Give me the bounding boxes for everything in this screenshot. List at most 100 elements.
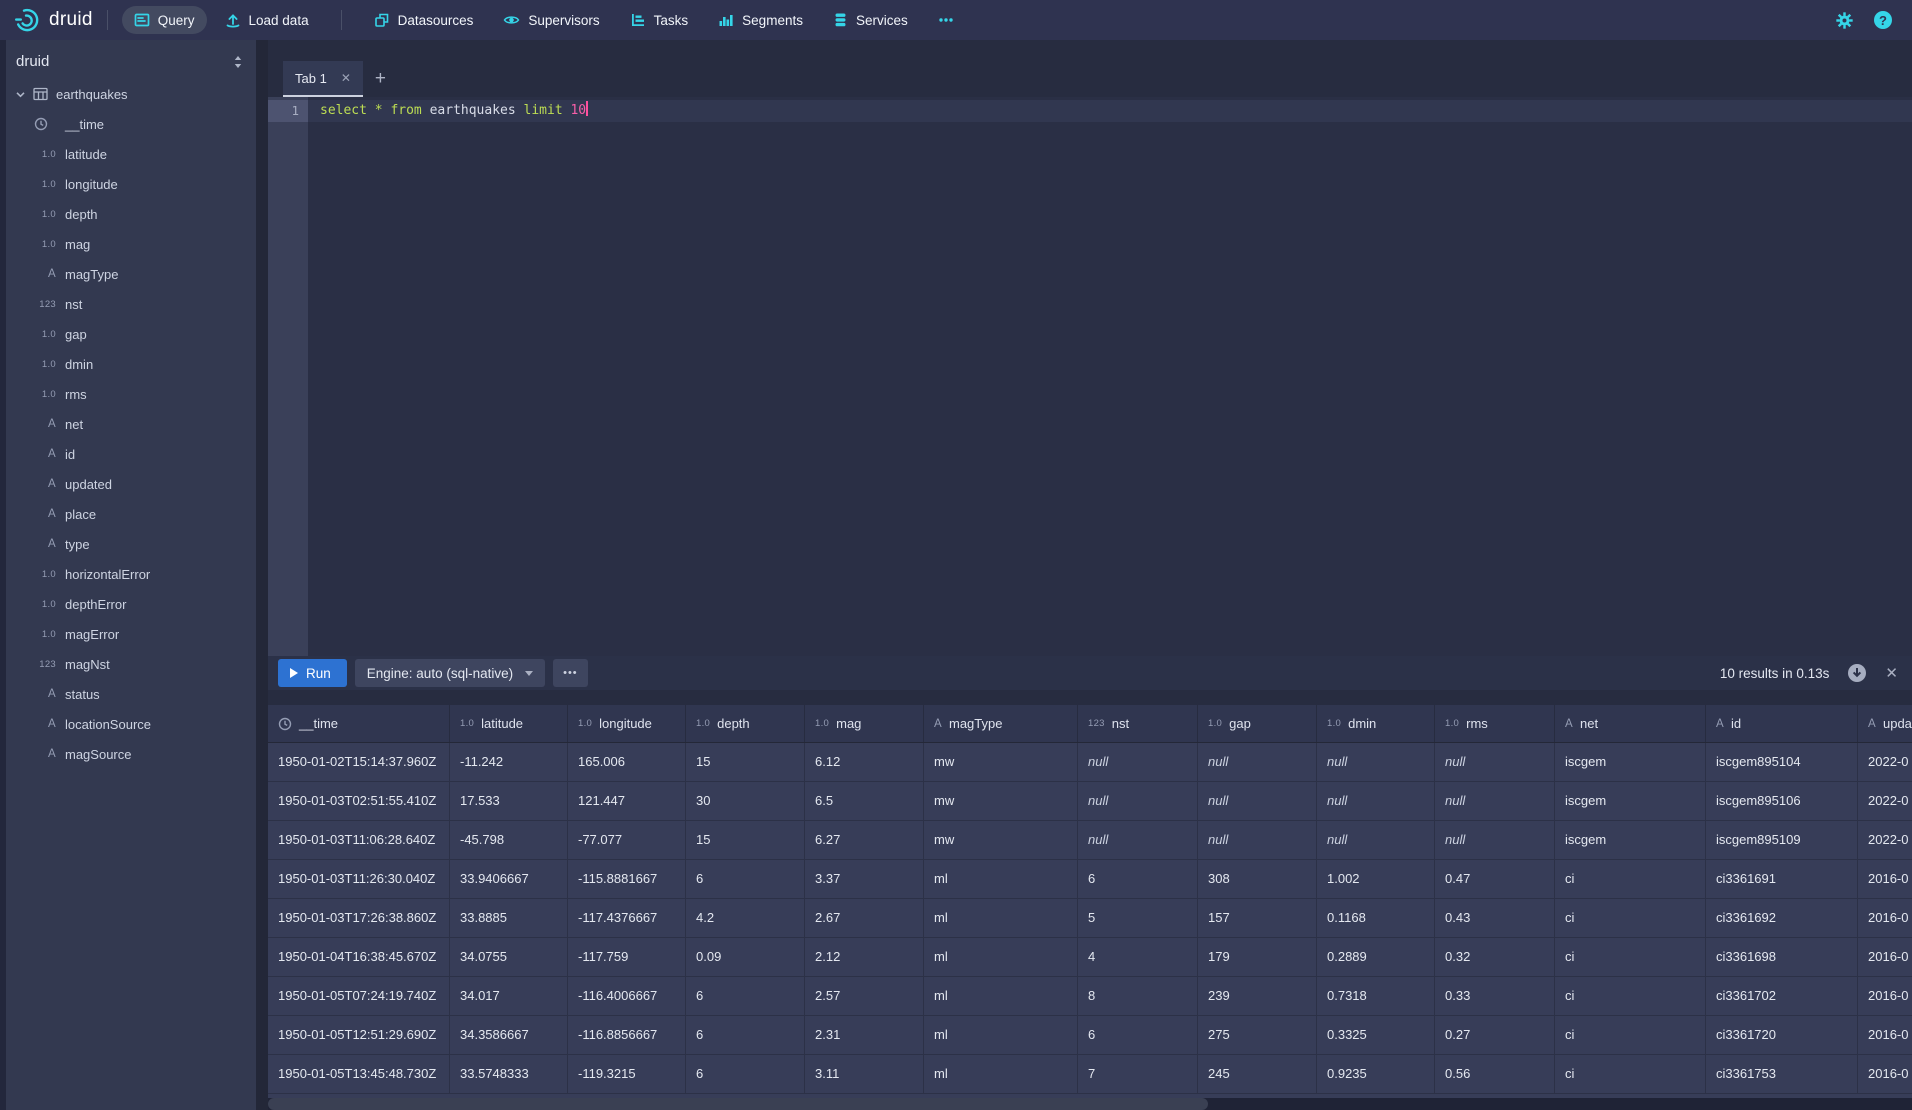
column-item-type[interactable]: Atype bbox=[6, 529, 256, 559]
table-cell-mag[interactable]: 6.5 bbox=[805, 782, 924, 820]
table-cell-rms[interactable]: 0.56 bbox=[1435, 1055, 1555, 1093]
table-cell-nst[interactable]: null bbox=[1078, 782, 1198, 820]
column-item-locationSource[interactable]: AlocationSource bbox=[6, 709, 256, 739]
table-cell-rms[interactable]: null bbox=[1435, 821, 1555, 859]
table-cell-id[interactable]: ci3361702 bbox=[1706, 977, 1858, 1015]
column-item-updated[interactable]: Aupdated bbox=[6, 469, 256, 499]
table-cell-nst[interactable]: null bbox=[1078, 743, 1198, 781]
table-cell-nst[interactable]: 8 bbox=[1078, 977, 1198, 1015]
table-cell-updated[interactable]: 2016-0 bbox=[1858, 1016, 1912, 1054]
column-header-nst[interactable]: 123nst bbox=[1078, 705, 1198, 742]
table-cell-mag[interactable]: 2.57 bbox=[805, 977, 924, 1015]
table-cell-net[interactable]: ci bbox=[1555, 1016, 1706, 1054]
column-item-__time[interactable]: __time bbox=[6, 109, 256, 139]
table-cell-depth[interactable]: 6 bbox=[686, 860, 805, 898]
column-header-id[interactable]: Aid bbox=[1706, 705, 1858, 742]
nav-item-datasources[interactable]: Datasources bbox=[362, 6, 486, 34]
table-cell-gap[interactable]: 179 bbox=[1198, 938, 1317, 976]
table-cell-net[interactable]: ci bbox=[1555, 860, 1706, 898]
table-cell-dmin[interactable]: null bbox=[1317, 782, 1435, 820]
table-cell-nst[interactable]: 6 bbox=[1078, 1016, 1198, 1054]
table-cell-rms[interactable]: 0.33 bbox=[1435, 977, 1555, 1015]
table-cell-dmin[interactable]: 0.3325 bbox=[1317, 1016, 1435, 1054]
close-tab-icon[interactable]: ✕ bbox=[341, 71, 351, 85]
column-item-longitude[interactable]: 1.0longitude bbox=[6, 169, 256, 199]
nav-item-supervisors[interactable]: Supervisors bbox=[491, 6, 611, 34]
table-cell-latitude[interactable]: 33.5748333 bbox=[450, 1055, 568, 1093]
run-button[interactable]: Run bbox=[278, 659, 347, 687]
column-item-id[interactable]: Aid bbox=[6, 439, 256, 469]
table-cell-__time[interactable]: 1950-01-03T11:06:28.640Z bbox=[268, 821, 450, 859]
table-cell-magType[interactable]: ml bbox=[924, 938, 1078, 976]
table-cell-gap[interactable]: null bbox=[1198, 743, 1317, 781]
column-item-magSource[interactable]: AmagSource bbox=[6, 739, 256, 769]
column-item-latitude[interactable]: 1.0latitude bbox=[6, 139, 256, 169]
table-cell-depth[interactable]: 15 bbox=[686, 821, 805, 859]
table-cell-gap[interactable]: null bbox=[1198, 821, 1317, 859]
table-cell-gap[interactable]: 157 bbox=[1198, 899, 1317, 937]
datasource-item-earthquakes[interactable]: earthquakes bbox=[6, 79, 256, 109]
table-cell-dmin[interactable]: 0.1168 bbox=[1317, 899, 1435, 937]
table-cell-gap[interactable]: 239 bbox=[1198, 977, 1317, 1015]
table-cell-nst[interactable]: 4 bbox=[1078, 938, 1198, 976]
column-item-mag[interactable]: 1.0mag bbox=[6, 229, 256, 259]
table-cell-net[interactable]: iscgem bbox=[1555, 821, 1706, 859]
column-header-gap[interactable]: 1.0gap bbox=[1198, 705, 1317, 742]
column-item-magNst[interactable]: 123magNst bbox=[6, 649, 256, 679]
app-logo[interactable]: druid bbox=[14, 7, 93, 33]
table-cell-net[interactable]: ci bbox=[1555, 1055, 1706, 1093]
table-cell-longitude[interactable]: -117.759 bbox=[568, 938, 686, 976]
nav-item-load-data[interactable]: Load data bbox=[213, 6, 321, 34]
help-button[interactable]: ? bbox=[1874, 11, 1892, 29]
nav-item-tasks[interactable]: Tasks bbox=[618, 6, 701, 34]
table-cell-magType[interactable]: mw bbox=[924, 782, 1078, 820]
column-item-magError[interactable]: 1.0magError bbox=[6, 619, 256, 649]
table-cell-rms[interactable]: 0.47 bbox=[1435, 860, 1555, 898]
table-cell-__time[interactable]: 1950-01-05T12:51:29.690Z bbox=[268, 1016, 450, 1054]
table-cell-nst[interactable]: 7 bbox=[1078, 1055, 1198, 1093]
add-tab-button[interactable]: + bbox=[363, 61, 398, 97]
table-cell-__time[interactable]: 1950-01-02T15:14:37.960Z bbox=[268, 743, 450, 781]
column-item-status[interactable]: Astatus bbox=[6, 679, 256, 709]
nav-item-more[interactable] bbox=[926, 6, 966, 34]
table-cell-magType[interactable]: ml bbox=[924, 899, 1078, 937]
table-cell-magType[interactable]: mw bbox=[924, 743, 1078, 781]
sql-code-line[interactable]: select * from earthquakes limit 10 bbox=[308, 100, 1912, 122]
column-item-magType[interactable]: AmagType bbox=[6, 259, 256, 289]
close-results-icon[interactable]: ✕ bbox=[1885, 664, 1898, 682]
table-cell-mag[interactable]: 2.31 bbox=[805, 1016, 924, 1054]
chevron-down-icon[interactable] bbox=[14, 88, 27, 101]
column-item-depth[interactable]: 1.0depth bbox=[6, 199, 256, 229]
table-cell-dmin[interactable]: 0.9235 bbox=[1317, 1055, 1435, 1093]
column-header-magType[interactable]: AmagType bbox=[924, 705, 1078, 742]
table-cell-longitude[interactable]: -77.077 bbox=[568, 821, 686, 859]
table-cell-id[interactable]: ci3361753 bbox=[1706, 1055, 1858, 1093]
table-cell-latitude[interactable]: 33.8885 bbox=[450, 899, 568, 937]
table-cell-id[interactable]: iscgem895104 bbox=[1706, 743, 1858, 781]
table-cell-updated[interactable]: 2016-0 bbox=[1858, 860, 1912, 898]
table-cell-mag[interactable]: 2.12 bbox=[805, 938, 924, 976]
column-item-net[interactable]: Anet bbox=[6, 409, 256, 439]
table-cell-id[interactable]: ci3361698 bbox=[1706, 938, 1858, 976]
query-more-button[interactable]: ••• bbox=[553, 659, 588, 687]
table-cell-magType[interactable]: mw bbox=[924, 821, 1078, 859]
column-item-horizontalError[interactable]: 1.0horizontalError bbox=[6, 559, 256, 589]
table-cell-dmin[interactable]: 0.7318 bbox=[1317, 977, 1435, 1015]
table-cell-net[interactable]: ci bbox=[1555, 938, 1706, 976]
table-cell-mag[interactable]: 3.11 bbox=[805, 1055, 924, 1093]
table-cell-nst[interactable]: null bbox=[1078, 821, 1198, 859]
table-cell-gap[interactable]: 275 bbox=[1198, 1016, 1317, 1054]
column-header-updated[interactable]: Aupdated bbox=[1858, 705, 1912, 742]
table-cell-depth[interactable]: 30 bbox=[686, 782, 805, 820]
table-cell-id[interactable]: ci3361720 bbox=[1706, 1016, 1858, 1054]
table-cell-net[interactable]: iscgem bbox=[1555, 782, 1706, 820]
table-cell-updated[interactable]: 2016-0 bbox=[1858, 938, 1912, 976]
column-item-rms[interactable]: 1.0rms bbox=[6, 379, 256, 409]
table-cell-longitude[interactable]: 121.447 bbox=[568, 782, 686, 820]
table-cell-mag[interactable]: 6.27 bbox=[805, 821, 924, 859]
table-cell-updated[interactable]: 2022-0 bbox=[1858, 821, 1912, 859]
column-header-rms[interactable]: 1.0rms bbox=[1435, 705, 1555, 742]
horizontal-scrollbar[interactable] bbox=[268, 1098, 1912, 1110]
table-cell-mag[interactable]: 6.12 bbox=[805, 743, 924, 781]
column-header-net[interactable]: Anet bbox=[1555, 705, 1706, 742]
